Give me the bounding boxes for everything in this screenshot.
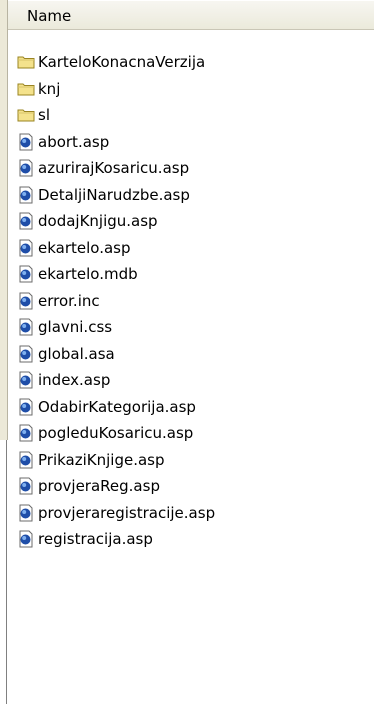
- item-name: glavni.css: [38, 318, 113, 337]
- script-file-icon: [17, 451, 35, 469]
- file-item[interactable]: ekartelo.asp: [17, 235, 215, 262]
- script-file-icon: [17, 345, 35, 363]
- file-item[interactable]: PrikaziKnjige.asp: [17, 447, 215, 474]
- item-name: sl: [38, 106, 50, 125]
- file-item[interactable]: pogleduKosaricu.asp: [17, 420, 215, 447]
- item-name: global.asa: [38, 344, 115, 363]
- item-name: abort.asp: [38, 132, 110, 151]
- file-list: KarteloKonacnaVerzija knj sl abort.asp azuri…: [17, 49, 215, 553]
- left-divider-line: [6, 440, 7, 704]
- script-file-icon: [17, 318, 35, 336]
- script-file-icon: [17, 398, 35, 416]
- item-name: ekartelo.asp: [38, 238, 131, 257]
- file-item[interactable]: provjeraregistracije.asp: [17, 500, 215, 527]
- script-file-icon: [17, 530, 35, 548]
- item-name: index.asp: [38, 371, 111, 390]
- item-name: provjeraregistracije.asp: [38, 503, 216, 522]
- item-name: dodajKnjigu.asp: [38, 212, 158, 231]
- folder-item[interactable]: knj: [17, 76, 215, 103]
- file-item[interactable]: glavni.css: [17, 314, 215, 341]
- script-file-icon: [17, 424, 35, 442]
- script-file-icon: [17, 371, 35, 389]
- file-item[interactable]: abort.asp: [17, 129, 215, 156]
- script-file-icon: [17, 477, 35, 495]
- file-item[interactable]: index.asp: [17, 367, 215, 394]
- name-column-header[interactable]: Name: [8, 0, 374, 30]
- file-item[interactable]: error.inc: [17, 288, 215, 315]
- folder-item[interactable]: sl: [17, 102, 215, 129]
- script-file-icon: [17, 265, 35, 283]
- item-name: KarteloKonacnaVerzija: [38, 53, 206, 72]
- item-name: ekartelo.mdb: [38, 265, 138, 284]
- file-item[interactable]: azurirajKosaricu.asp: [17, 155, 215, 182]
- item-name: PrikaziKnjige.asp: [38, 450, 165, 469]
- script-file-icon: [17, 159, 35, 177]
- item-name: provjeraReg.asp: [38, 477, 160, 496]
- file-item[interactable]: registracija.asp: [17, 526, 215, 553]
- script-file-icon: [17, 292, 35, 310]
- folder-item[interactable]: KarteloKonacnaVerzija: [17, 49, 215, 76]
- name-column-label: Name: [27, 7, 72, 25]
- item-name: azurirajKosaricu.asp: [38, 159, 190, 178]
- file-item[interactable]: global.asa: [17, 341, 215, 368]
- script-file-icon: [17, 186, 35, 204]
- folder-icon: [17, 106, 35, 124]
- file-item[interactable]: provjeraReg.asp: [17, 473, 215, 500]
- file-item[interactable]: dodajKnjigu.asp: [17, 208, 215, 235]
- folder-icon: [17, 53, 35, 71]
- script-file-icon: [17, 212, 35, 230]
- file-item[interactable]: OdabirKategorija.asp: [17, 394, 215, 421]
- item-name: pogleduKosaricu.asp: [38, 424, 194, 443]
- file-item[interactable]: DetaljiNarudzbe.asp: [17, 182, 215, 209]
- folder-icon: [17, 80, 35, 98]
- script-file-icon: [17, 239, 35, 257]
- item-name: knj: [38, 79, 61, 98]
- left-scrollbar-edge[interactable]: [0, 0, 8, 440]
- item-name: DetaljiNarudzbe.asp: [38, 185, 190, 204]
- script-file-icon: [17, 133, 35, 151]
- file-item[interactable]: ekartelo.mdb: [17, 261, 215, 288]
- item-name: registracija.asp: [38, 530, 153, 549]
- script-file-icon: [17, 504, 35, 522]
- item-name: error.inc: [38, 291, 100, 310]
- item-name: OdabirKategorija.asp: [38, 397, 196, 416]
